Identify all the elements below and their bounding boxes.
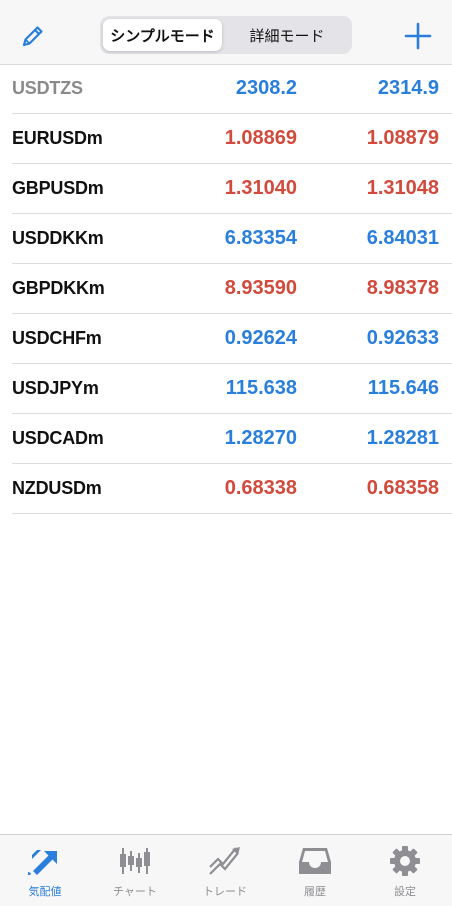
quote-row-gbpdkkm[interactable]: GBPDKKm 8.93590 8.98378 [12,264,452,314]
quote-row-nzdusdm[interactable]: NZDUSDm 0.68338 0.68358 [12,464,452,514]
symbol-label: GBPUSDm [12,178,104,198]
pencil-icon [22,26,43,47]
tab-label: 設定 [394,886,416,898]
bid-price: 6.83354 [224,227,297,249]
tab-chart[interactable]: チャート [90,841,180,899]
inbox-tray-icon [297,845,333,877]
symbol-label: GBPDKKm [12,278,105,298]
ask-price: 1.31048 [366,177,439,199]
quotes-arrows-icon [27,845,63,877]
add-symbol-button[interactable] [401,19,435,53]
quote-row-usdjpym[interactable]: USDJPYm 115.638 115.646 [12,364,452,414]
tab-quotes[interactable]: 気配値 [0,841,90,899]
tab-label: トレード [203,886,247,898]
symbol-label: EURUSDm [12,128,103,148]
tab-label: 気配値 [28,886,62,898]
symbol-label: USDTZS [12,78,83,98]
bid-price: 1.08869 [224,127,297,149]
plus-icon [404,22,432,50]
ask-price: 115.646 [367,377,439,399]
symbol-label: USDJPYm [12,378,99,398]
quote-row-usdcadm[interactable]: USDCADm 1.28270 1.28281 [12,414,452,464]
tab-settings[interactable]: 設定 [360,841,450,899]
quote-row-eurusdm[interactable]: EURUSDm 1.08869 1.08879 [12,114,452,164]
bid-price: 2308.2 [235,77,297,99]
symbol-label: NZDUSDm [12,478,102,498]
bottom-tab-bar: 気配値 チャート トレード 履歴 設定 [0,834,452,906]
edit-button[interactable] [19,22,47,50]
tab-label: チャート [113,886,157,898]
bid-price: 115.638 [225,377,297,399]
gear-icon [387,845,423,877]
ask-price: 0.92633 [366,327,439,349]
tab-label: 履歴 [304,886,326,898]
bid-price: 1.31040 [224,177,297,199]
candlestick-chart-icon [117,845,153,877]
trade-chart-icon [207,845,243,877]
top-toolbar: シンプルモード 詳細モード [0,0,452,65]
simple-mode-tab[interactable]: シンプルモード [103,19,222,51]
bid-price: 0.68338 [224,477,297,499]
bid-price: 8.93590 [224,277,297,299]
symbol-label: USDCHFm [12,328,102,348]
bid-price: 1.28270 [224,427,297,449]
symbol-label: USDDKKm [12,228,104,248]
ask-price: 0.68358 [366,477,439,499]
ask-price: 6.84031 [366,227,439,249]
quote-row-usddkkm[interactable]: USDDKKm 6.83354 6.84031 [12,214,452,264]
quote-row-usdtzs[interactable]: USDTZS 2308.2 2314.9 [12,64,452,114]
ask-price: 1.28281 [366,427,439,449]
ask-price: 8.98378 [366,277,439,299]
ask-price: 2314.9 [377,77,439,99]
quote-row-gbpusdm[interactable]: GBPUSDm 1.31040 1.31048 [12,164,452,214]
detail-mode-tab[interactable]: 詳細モード [224,19,350,51]
quote-row-usdchfm[interactable]: USDCHFm 0.92624 0.92633 [12,314,452,364]
quotes-list: USDTZS 2308.2 2314.9 EURUSDm 1.08869 1.0… [12,64,452,514]
mode-segmented-control: シンプルモード 詳細モード [100,16,352,54]
tab-trade[interactable]: トレード [180,841,270,899]
tab-history[interactable]: 履歴 [270,841,360,899]
symbol-label: USDCADm [12,428,104,448]
ask-price: 1.08879 [366,127,439,149]
bid-price: 0.92624 [224,327,297,349]
